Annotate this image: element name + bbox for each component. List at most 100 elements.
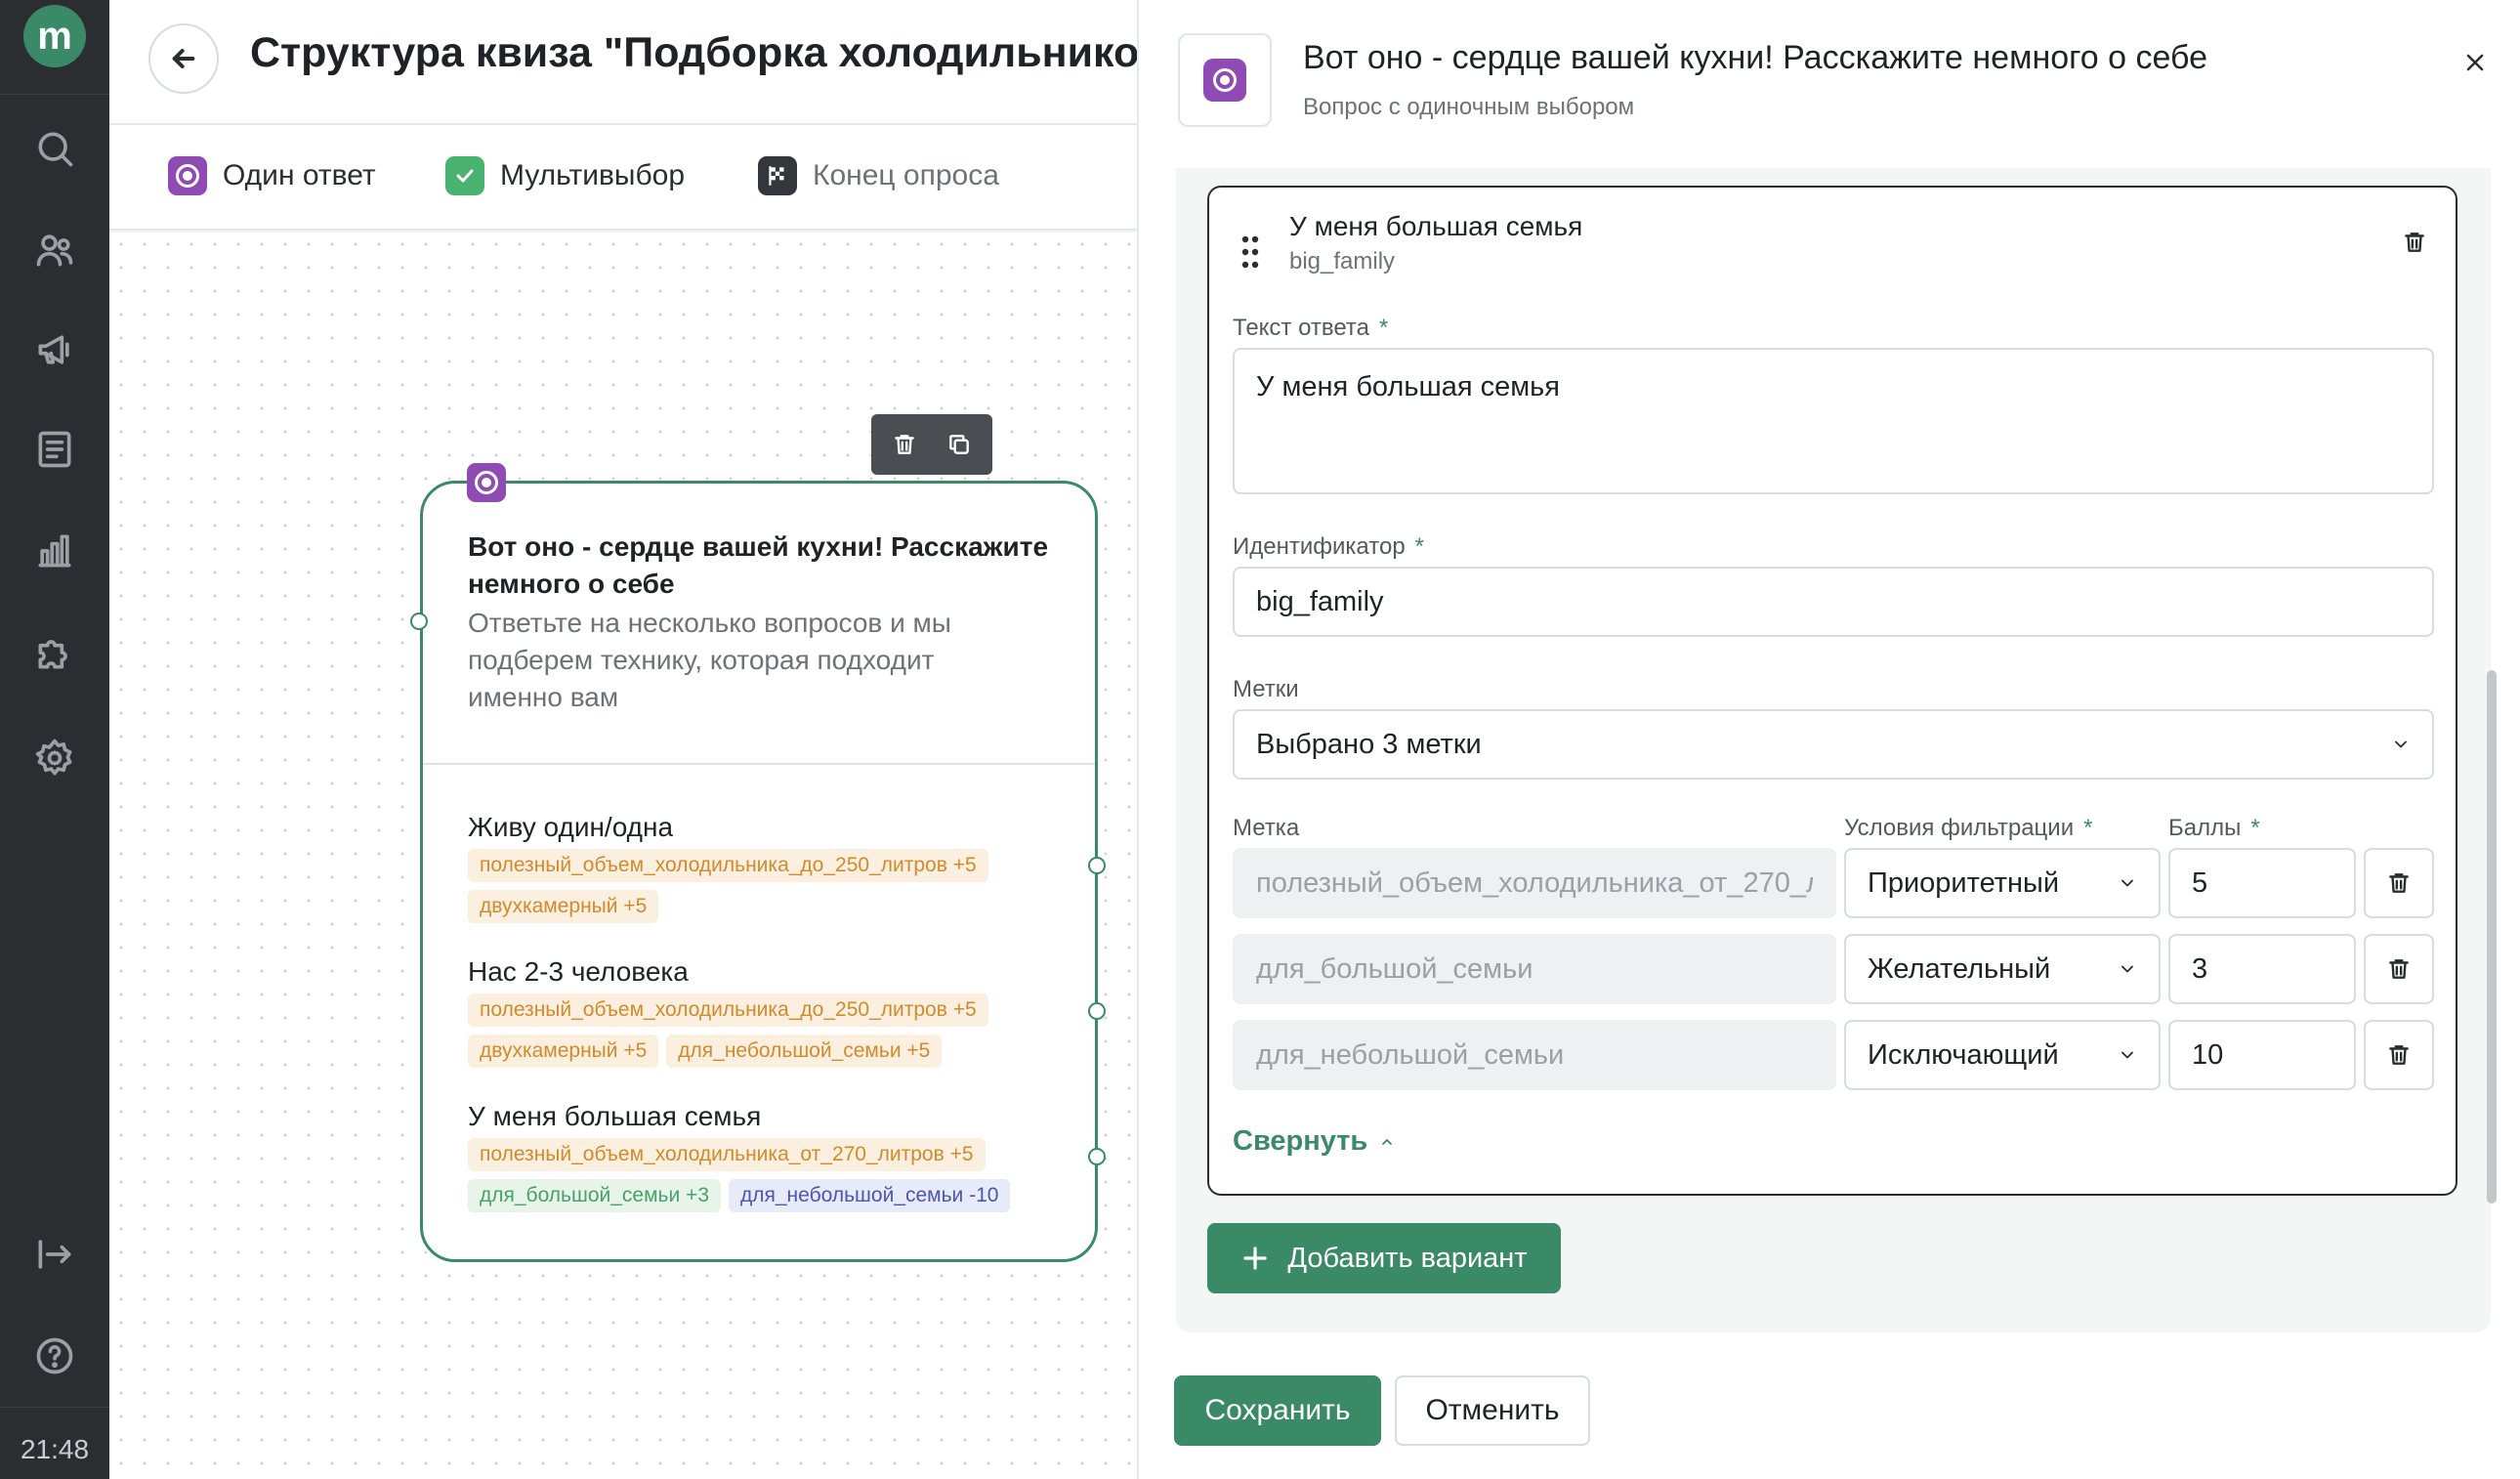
chevron-up-icon [1382,1138,1393,1145]
logout-icon[interactable] [31,1231,78,1278]
users-icon[interactable] [31,227,78,274]
node-duplicate-button[interactable] [940,425,979,464]
add-variant-button[interactable]: Добавить вариант [1207,1223,1561,1293]
node-answer: У меня большая семья полезный_объем_холо… [468,1099,1073,1212]
clock: 21:48 [20,1434,90,1464]
identifier-label: Идентификатор * [1233,533,1425,560]
delete-tag-button[interactable] [2364,848,2434,918]
trash-icon [895,435,914,454]
answer-label: Нас 2-3 человека [468,956,689,987]
panel-title: Вот оно - сердце вашей кухни! Расскажите… [1303,39,2208,76]
tool-end-survey[interactable]: Конец опроса [758,154,999,197]
collapse-button[interactable]: Свернуть [1233,1125,1395,1158]
single-choice-icon [1203,59,1246,102]
question-node[interactable]: Вот оно - сердце вашей кухни! Расскажите… [420,481,1098,1262]
points-field[interactable]: 10 [2168,1020,2356,1090]
points-field[interactable]: 5 [2168,848,2356,918]
tag-chip: полезный_объем_холодильника_до_250_литро… [468,993,988,1027]
identifier-field[interactable] [1233,567,2434,637]
sidebar: m 21:48 [0,0,109,1479]
tag-chip: для_небольшой_семьи -10 [729,1179,1011,1212]
tag-chip: полезный_объем_холодильника_до_250_литро… [468,849,988,882]
app-logo[interactable]: m [23,5,86,67]
delete-tag-button[interactable] [2364,1020,2434,1090]
cancel-button[interactable]: Отменить [1395,1375,1590,1446]
tool-label: Мультивыбор [500,159,686,191]
panel-scroll-area[interactable]: У меня большая семья big_family Текст от… [1176,168,2491,1332]
variant-title: У меня большая семья [1289,211,1583,241]
answer-text-label: Текст ответа * [1233,315,1389,341]
input-port[interactable] [410,613,428,630]
condition-select[interactable]: Желательный [1844,934,2161,1004]
output-port[interactable] [1088,857,1106,874]
question-type-badge [1178,33,1272,127]
plus-icon [1243,1247,1268,1270]
node-delete-button[interactable] [885,425,924,464]
question-settings-panel: Вот оно - сердце вашей кухни! Расскажите… [1137,0,2520,1479]
tag-chip: для_большой_семьи +3 [468,1179,721,1212]
megaphone-icon[interactable] [31,326,78,373]
tool-single-choice[interactable]: Один ответ [168,154,376,197]
copy-icon [949,435,969,454]
condition-select[interactable]: Исключающий [1844,1020,2161,1090]
tag-chip: для_небольшой_семьи +5 [666,1035,943,1068]
delete-tag-button[interactable] [2364,934,2434,1004]
tag-name-field: полезный_объем_холодильника_от_270_литро… [1233,848,1836,918]
condition-select[interactable]: Приоритетный [1844,848,2161,918]
trash-icon [2389,959,2409,979]
trash-icon [2405,232,2424,252]
gear-icon[interactable] [31,735,78,782]
search-icon[interactable] [31,125,78,172]
tag-chip: двухкамерный +5 [468,1035,659,1068]
node-description: Ответьте на несколько вопросов и мы подб… [468,608,951,712]
chevron-down-icon [2121,965,2133,973]
node-divider [423,763,1095,765]
tool-label: Один ответ [223,159,376,191]
drag-handle-icon[interactable] [1240,234,1260,270]
node-answer: Живу один/одна полезный_объем_холодильни… [468,810,1073,923]
quiz-editor: Структура квиза "Подборка холодильников"… [109,0,1185,1479]
single-choice-icon [168,156,207,195]
help-icon[interactable] [31,1332,78,1379]
chart-icon[interactable] [31,528,78,574]
variant-id: big_family [1289,248,1396,275]
back-button[interactable] [148,23,219,94]
tag-name-field: для_большой_семьи [1233,934,1836,1004]
output-port[interactable] [1088,1148,1106,1165]
tag-column-header: Метка [1233,815,1300,841]
save-button[interactable]: Сохранить [1174,1375,1381,1446]
variant-card: У меня большая семья big_family Текст от… [1207,186,2457,1196]
sidebar-divider-bottom [0,1407,109,1408]
tool-multi-choice[interactable]: Мультивыбор [445,154,685,197]
chevron-down-icon [2121,879,2133,887]
points-column-header: Баллы * [2168,815,2260,841]
single-choice-icon [467,463,506,502]
answer-text-field[interactable]: У меня большая семья [1233,348,2434,494]
checkbox-icon [445,156,484,195]
delete-variant-button[interactable] [2395,223,2434,262]
document-icon[interactable] [31,426,78,473]
tags-label: Метки [1233,676,1299,702]
chevron-down-icon [2395,740,2407,748]
chevron-down-icon [2121,1051,2133,1059]
node-toolbar: Один ответ Мультивыбор Конец опроса [109,125,1137,231]
arrow-left-icon [172,49,195,68]
panel-scrollbar[interactable] [2487,670,2497,1204]
answer-label: У меня большая семья [468,1101,762,1131]
points-field[interactable]: 3 [2168,934,2356,1004]
trash-icon [2389,873,2409,893]
tag-chip: полезный_объем_холодильника_от_270_литро… [468,1138,986,1171]
tag-chip: двухкамерный +5 [468,890,659,923]
node-answer: Нас 2-3 человека полезный_объем_холодиль… [468,954,1073,1068]
finish-flag-icon [758,156,797,195]
output-port[interactable] [1088,1002,1106,1020]
answer-label: Живу один/одна [468,812,674,842]
page-title: Структура квиза "Подборка холодильников" [250,29,1186,76]
puzzle-icon[interactable] [31,629,78,676]
node-actions [871,414,992,475]
tool-label: Конец опроса [813,159,999,191]
tags-select[interactable]: Выбрано 3 метки [1233,709,2434,780]
tag-name-field: для_небольшой_семьи [1233,1020,1836,1090]
close-icon [2466,54,2484,71]
close-button[interactable] [2456,43,2495,82]
